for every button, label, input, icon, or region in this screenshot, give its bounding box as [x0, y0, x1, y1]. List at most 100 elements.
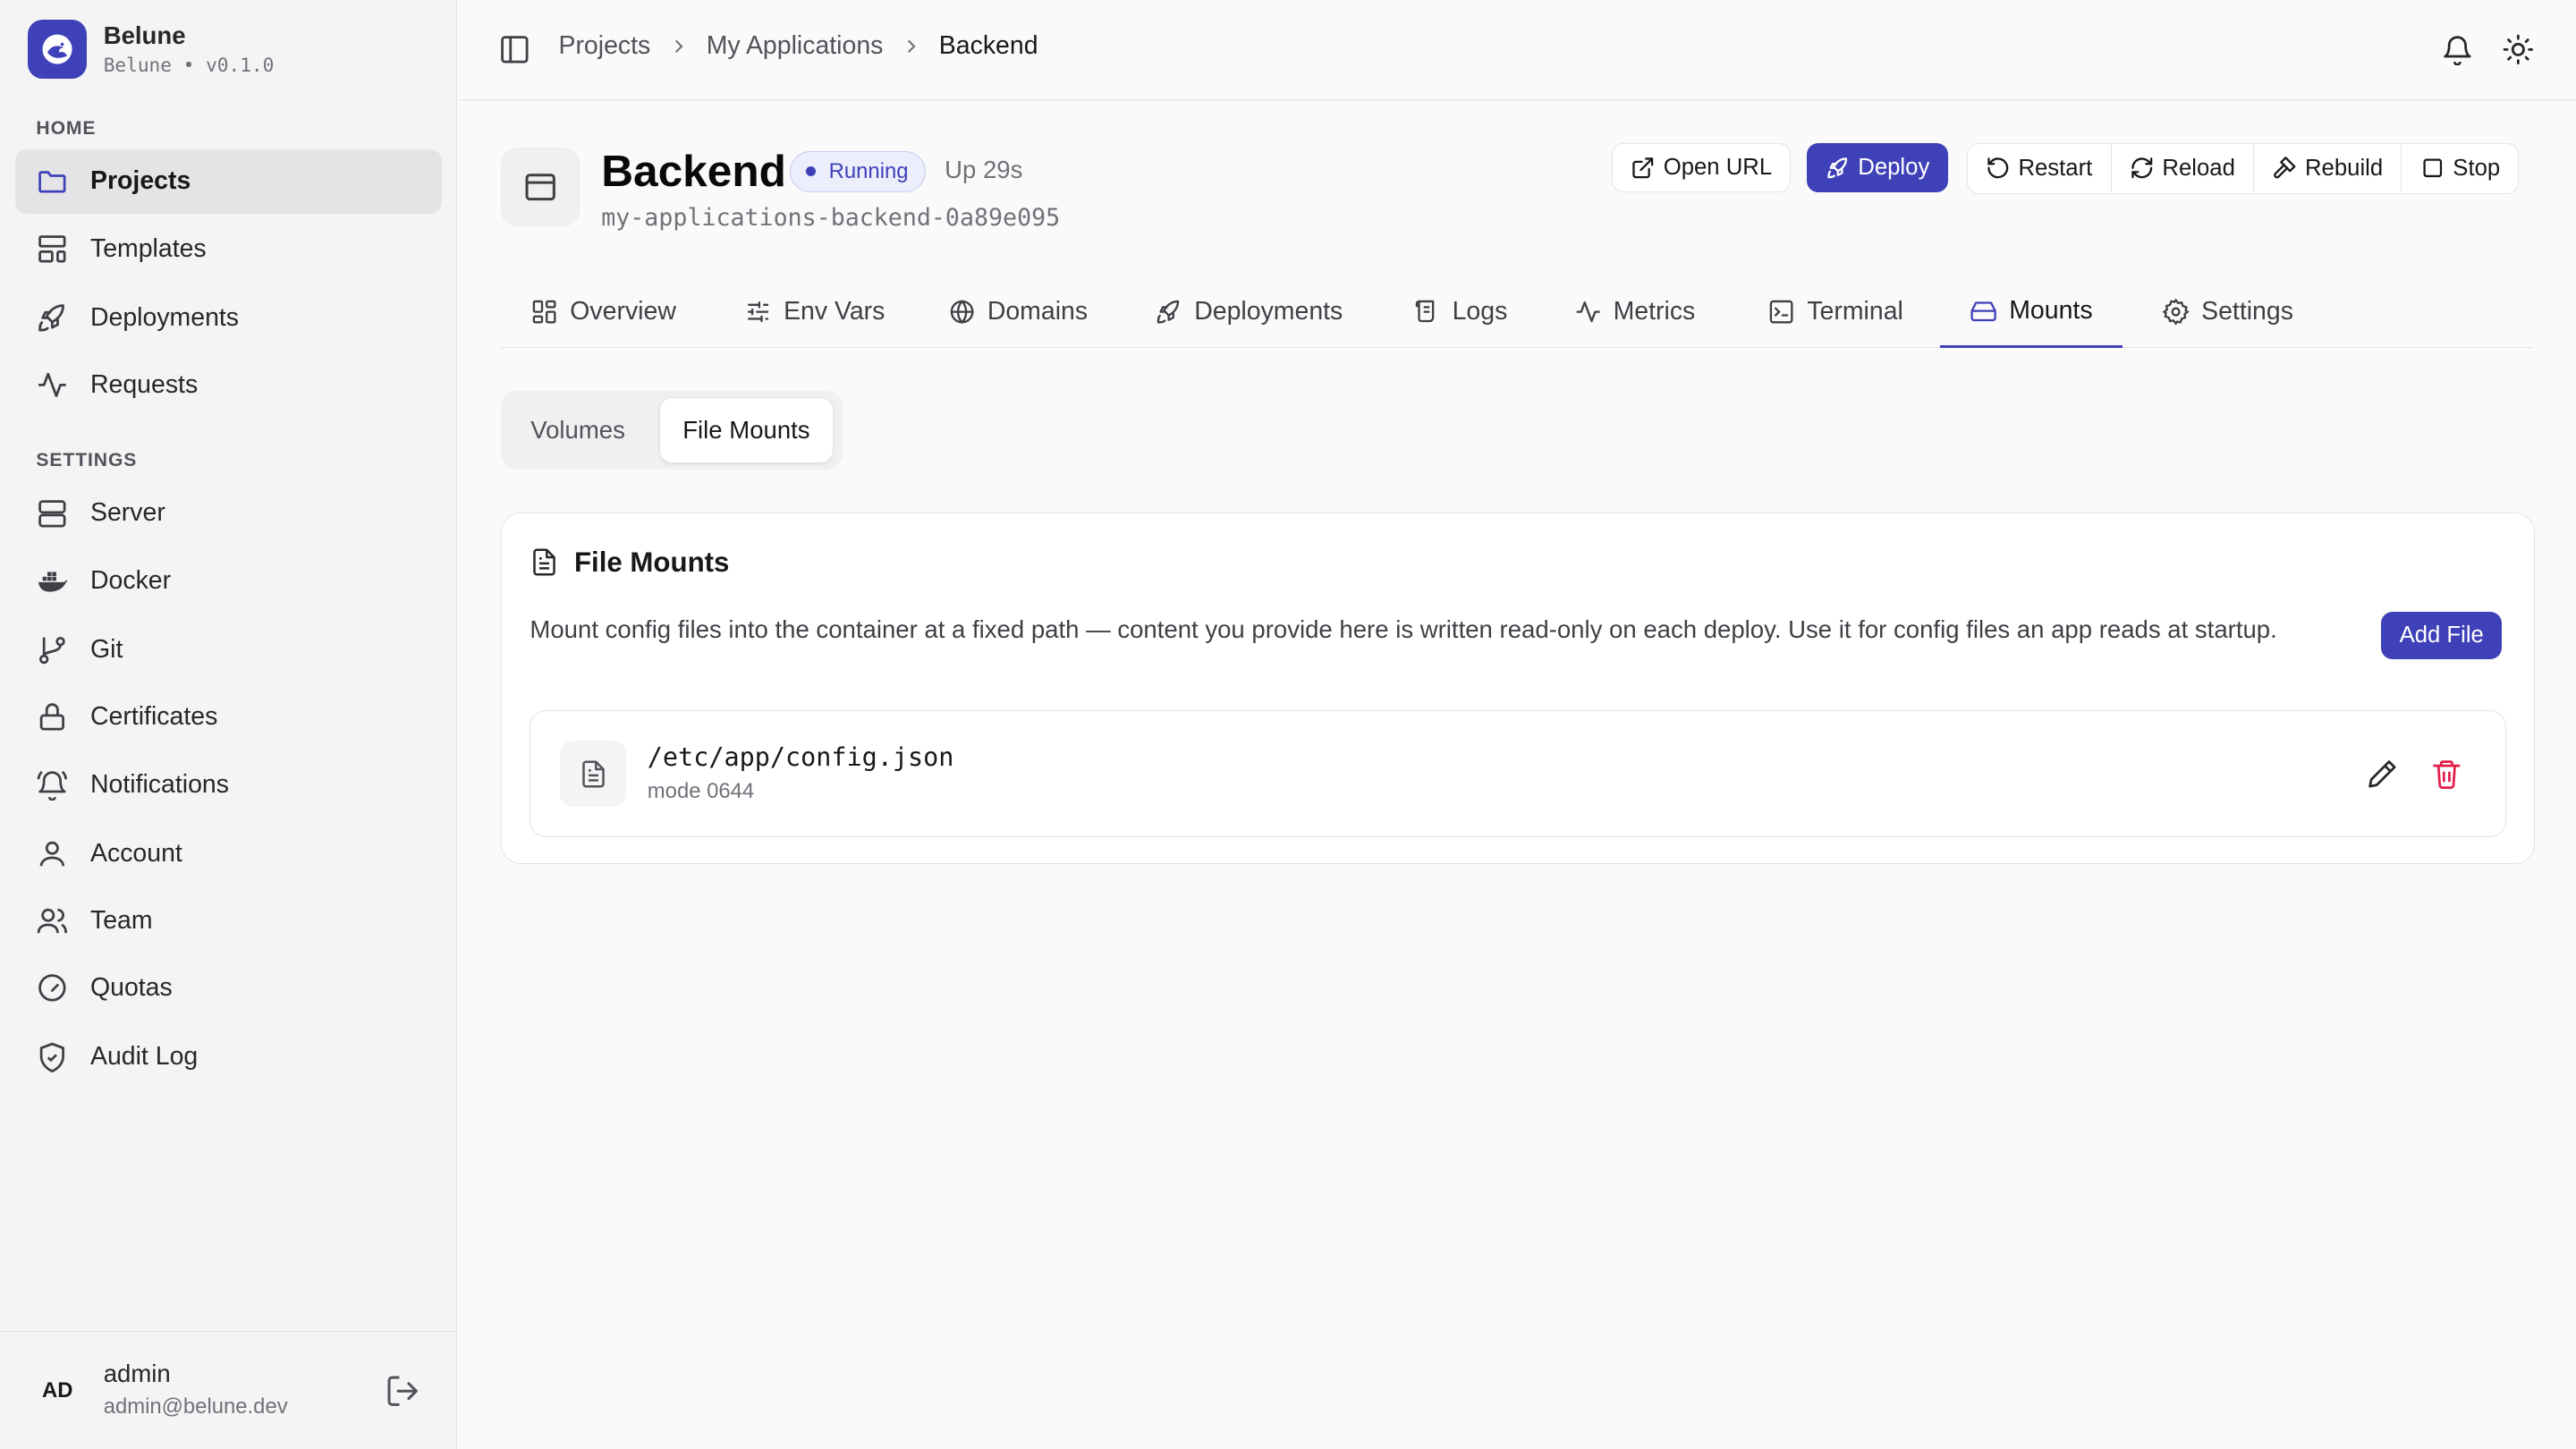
sidebar-item-requests[interactable]: Requests — [15, 353, 443, 418]
user-name: admin — [103, 1359, 171, 1387]
deploy-button[interactable]: Deploy — [1807, 142, 1948, 192]
breadcrumb: Projects My Applications Backend — [558, 31, 1038, 61]
tab-mounts[interactable]: Mounts — [1940, 276, 2123, 349]
container-name: my-applications-backend-0a89e095 — [601, 203, 1061, 232]
globe-icon — [950, 300, 974, 325]
sidebar-toggle-icon[interactable] — [498, 33, 531, 66]
mount-path: /etc/app/config.json — [647, 742, 954, 773]
open-url-button[interactable]: Open URL — [1611, 142, 1792, 192]
section-label-settings: SETTINGS — [36, 450, 138, 471]
sidebar-item-label: Notifications — [89, 769, 229, 799]
sidebar-item-server[interactable]: Server — [15, 481, 443, 546]
scroll-icon — [1415, 301, 1434, 323]
list-item: /etc/app/config.json mode 0644 — [530, 710, 2506, 837]
sidebar-item-label: Certificates — [89, 702, 218, 732]
layout-dashboard-icon — [532, 301, 556, 324]
rocket-icon — [38, 304, 65, 332]
sidebar-item-team[interactable]: Team — [15, 889, 443, 953]
tab-domains[interactable]: Domains — [919, 276, 1117, 349]
file-text-icon — [560, 741, 626, 807]
tab-label: Domains — [987, 297, 1089, 326]
sidebar-item-certificates[interactable]: Certificates — [15, 685, 443, 750]
sidebar-item-account[interactable]: Account — [15, 821, 443, 886]
sidebar-item-label: Team — [89, 905, 153, 935]
folder-icon — [38, 170, 66, 193]
tab-label: Overview — [570, 297, 676, 326]
layout-template-icon — [38, 235, 66, 263]
tab-deployments[interactable]: Deployments — [1125, 276, 1372, 349]
sidebar-item-projects[interactable]: Projects — [14, 149, 443, 214]
tab-logs[interactable]: Logs — [1383, 276, 1537, 349]
sidebar-item-audit-log[interactable]: Audit Log — [15, 1025, 443, 1089]
tab-env-vars[interactable]: Env Vars — [715, 276, 914, 349]
reload-button[interactable]: Reload — [2112, 143, 2255, 193]
user-footer: AD admin admin@belune.dev — [0, 1330, 457, 1449]
shield-check-icon — [40, 1042, 65, 1072]
tab-overview[interactable]: Overview — [501, 276, 706, 349]
brand[interactable]: Belune Belune • v0.1.0 — [28, 20, 275, 80]
tab-terminal[interactable]: Terminal — [1738, 276, 1933, 349]
restart-label: Restart — [2018, 155, 2093, 181]
mount-mode: mode 0644 — [647, 778, 755, 803]
logout-icon[interactable] — [385, 1373, 420, 1409]
sidebar-item-deployments[interactable]: Deployments — [15, 286, 443, 351]
add-file-button[interactable]: Add File — [2381, 612, 2503, 660]
card-description: Mount config files into the container at… — [530, 615, 2277, 644]
breadcrumb-projects[interactable]: Projects — [558, 31, 650, 61]
trash-icon[interactable] — [2430, 758, 2463, 791]
rotate-ccw-icon — [1987, 157, 2008, 179]
tab-label: Settings — [2201, 297, 2293, 326]
chevron-right-icon — [907, 39, 916, 53]
subtab-file-mounts[interactable]: File Mounts — [658, 397, 835, 463]
tab-settings[interactable]: Settings — [2132, 276, 2323, 349]
sliders-icon — [748, 301, 769, 323]
sidebar-item-notifications[interactable]: Notifications — [15, 752, 443, 817]
pencil-icon[interactable] — [2366, 758, 2399, 791]
breadcrumb-backend: Backend — [938, 30, 1038, 60]
reload-label: Reload — [2162, 155, 2235, 181]
sun-icon[interactable] — [2502, 33, 2535, 66]
breadcrumb-my-applications[interactable]: My Applications — [707, 31, 884, 61]
sidebar-item-quotas[interactable]: Quotas — [15, 956, 443, 1021]
deploy-label: Deploy — [1858, 154, 1930, 180]
mounts-subtabs: Volumes File Mounts — [501, 391, 843, 470]
user-email: admin@belune.dev — [103, 1394, 288, 1419]
sidebar-item-docker[interactable]: Docker — [15, 548, 443, 613]
user-icon — [40, 841, 65, 867]
status-label: Running — [828, 158, 909, 183]
terminal-icon — [1769, 301, 1793, 324]
docker-icon — [38, 572, 68, 592]
page-title: Backend — [601, 145, 786, 196]
gauge-icon — [38, 974, 66, 1002]
rocket-icon — [1826, 157, 1847, 178]
rebuild-button[interactable]: Rebuild — [2254, 143, 2402, 193]
stop-button[interactable]: Stop — [2402, 144, 2518, 193]
square-icon — [2423, 158, 2442, 178]
chevron-right-icon — [674, 39, 683, 53]
tab-label: Deployments — [1194, 297, 1343, 326]
topbar: Projects My Applications Backend — [458, 0, 2576, 101]
avatar[interactable]: AD — [28, 1361, 87, 1420]
sidebar-item-label: Account — [89, 838, 182, 868]
hard-drive-icon — [1970, 301, 1996, 322]
sidebar: Belune Belune • v0.1.0 HOME Projects Tem… — [0, 0, 457, 1449]
sidebar-item-git[interactable]: Git — [15, 618, 443, 682]
subtab-volumes[interactable]: Volumes — [508, 397, 648, 462]
section-label-home: HOME — [36, 118, 97, 140]
tab-label: Terminal — [1807, 297, 1903, 326]
restart-button[interactable]: Restart — [1968, 143, 2112, 193]
server-icon — [38, 499, 66, 528]
bell-icon[interactable] — [2441, 33, 2474, 66]
tab-metrics[interactable]: Metrics — [1544, 276, 1724, 349]
lock-icon — [40, 703, 65, 731]
brand-name: Belune — [103, 21, 186, 49]
external-link-icon — [1632, 157, 1654, 178]
file-text-icon — [533, 548, 556, 576]
app-window-icon — [501, 148, 580, 227]
status-dot-icon — [805, 166, 816, 177]
rebuild-label: Rebuild — [2305, 155, 2384, 181]
sidebar-item-templates[interactable]: Templates — [15, 216, 443, 281]
brand-version: Belune • v0.1.0 — [103, 53, 275, 76]
gear-icon — [2162, 298, 2190, 326]
brand-logo-icon — [28, 20, 88, 80]
